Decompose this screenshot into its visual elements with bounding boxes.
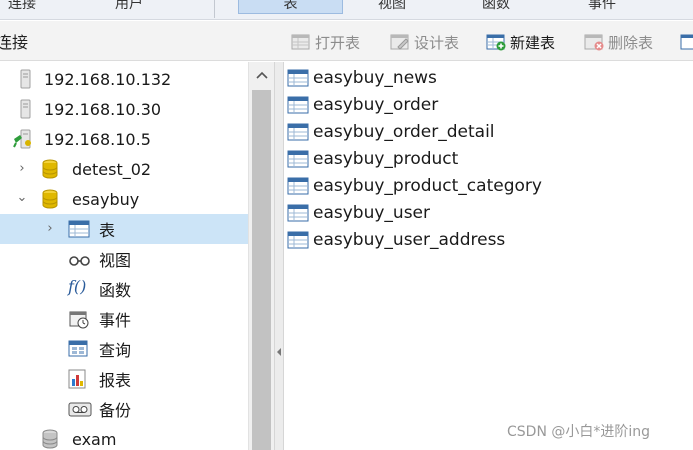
design-table-icon — [390, 33, 410, 51]
tree-item-database-open[interactable]: ⌄ esaybuy — [0, 184, 248, 214]
query-icon — [68, 339, 88, 359]
table-list-item[interactable]: easybuy_order — [287, 92, 438, 118]
function-icon: f() — [68, 277, 87, 296]
watermark: CSDN @小白*进阶ing — [507, 424, 651, 440]
table-icon — [287, 68, 309, 88]
table-list-item[interactable]: easybuy_product — [287, 146, 458, 172]
tree-item-reports[interactable]: 报表 — [0, 364, 248, 394]
toolbar-table-button[interactable]: 表 — [238, 0, 343, 14]
tree-item-label: 查询 — [99, 341, 132, 360]
glasses-icon — [68, 249, 90, 269]
tree-scrollbar[interactable] — [248, 62, 274, 450]
more-toolbar-button[interactable] — [680, 31, 693, 53]
table-name: easybuy_order_detail — [313, 122, 495, 142]
table-name: easybuy_user — [313, 203, 430, 223]
tree-item-label: 函数 — [99, 281, 132, 300]
chevron-down-icon[interactable]: ⌄ — [16, 191, 28, 204]
toolbar-event-button[interactable]: 事件 — [588, 0, 616, 14]
tree-item-tables[interactable]: › 表 — [0, 214, 248, 244]
scroll-up-arrow-icon[interactable] — [249, 62, 274, 88]
table-name: easybuy_product_category — [313, 176, 542, 196]
tree-item-connection[interactable]: 192.168.10.132 — [0, 64, 248, 94]
connection-label: 192.168.10.132 — [44, 69, 172, 89]
open-table-icon — [291, 33, 311, 51]
tree-item-queries[interactable]: 查询 — [0, 334, 248, 364]
design-table-label: 设计表 — [414, 33, 460, 52]
database-label: exam — [72, 429, 117, 449]
panel-splitter[interactable] — [274, 62, 284, 450]
tree-item-database[interactable]: › detest_02 — [0, 154, 248, 184]
backup-tape-icon — [68, 399, 92, 419]
table-list-item[interactable]: easybuy_order_detail — [287, 119, 495, 145]
delete-table-button[interactable]: 删除表 — [584, 31, 653, 53]
connected-server-icon — [12, 129, 32, 149]
tree-item-label: 事件 — [99, 311, 132, 330]
table-icon — [287, 176, 309, 196]
tree-item-backups[interactable]: 备份 — [0, 394, 248, 424]
report-chart-icon — [68, 369, 88, 389]
server-icon — [16, 69, 36, 89]
main-toolbar: 连接 用户 表 视图 函数 事件 — [0, 0, 693, 20]
tree-item-label: 报表 — [99, 371, 132, 390]
table-icon — [287, 95, 309, 115]
open-table-label: 打开表 — [315, 33, 361, 52]
tree-item-events[interactable]: 事件 — [0, 304, 248, 334]
table-list-item[interactable]: easybuy_user_address — [287, 227, 505, 253]
new-table-button[interactable]: 新建表 — [486, 31, 555, 53]
table-icon — [287, 230, 309, 250]
table-list-item[interactable]: easybuy_product_category — [287, 173, 542, 199]
connections-title: 连接 — [0, 33, 29, 52]
database-label: esaybuy — [72, 189, 140, 209]
connection-label: 192.168.10.5 — [44, 129, 151, 149]
connection-label: 192.168.10.30 — [44, 99, 162, 119]
toolbar-separator — [214, 0, 215, 18]
table-name: easybuy_user_address — [313, 230, 506, 250]
toolbar-function-button[interactable]: 函数 — [482, 0, 510, 14]
database-icon — [40, 159, 60, 179]
new-table-icon — [486, 33, 506, 51]
connections-panel-header: 连接 — [0, 21, 274, 61]
database-label: detest_02 — [72, 159, 152, 179]
table-icon — [68, 219, 90, 239]
table-icon — [680, 33, 693, 51]
table-list: easybuy_news easybuy_order easybuy_order_d… — [285, 62, 693, 450]
table-name: easybuy_order — [313, 95, 439, 115]
chevron-right-icon[interactable]: › — [16, 162, 28, 175]
database-icon — [40, 429, 60, 449]
toolbar-view-button[interactable]: 视图 — [378, 0, 406, 14]
open-table-button[interactable]: 打开表 — [291, 31, 360, 53]
chevron-right-icon[interactable]: › — [44, 222, 56, 235]
navigation-tree: 192.168.10.132 192.168.10.30 192.168.10.… — [0, 62, 248, 450]
table-list-item[interactable]: easybuy_user — [287, 200, 430, 226]
tree-item-views[interactable]: 视图 — [0, 244, 248, 274]
table-name: easybuy_product — [313, 149, 459, 169]
tree-item-label: 表 — [99, 221, 116, 240]
server-icon — [16, 99, 36, 119]
scrollbar-thumb[interactable] — [252, 90, 271, 450]
toolbar-connection-button[interactable]: 连接 — [8, 0, 36, 14]
event-calendar-icon — [68, 309, 89, 329]
table-icon — [287, 122, 309, 142]
tree-item-connection-open[interactable]: 192.168.10.5 — [0, 124, 248, 154]
table-name: easybuy_news — [313, 68, 437, 88]
table-list-item[interactable]: easybuy_news — [287, 65, 437, 91]
toolbar-user-button[interactable]: 用户 — [115, 0, 143, 14]
tree-item-connection[interactable]: 192.168.10.30 — [0, 94, 248, 124]
tree-item-database[interactable]: exam — [0, 424, 248, 450]
tree-item-label: 视图 — [99, 251, 132, 270]
design-table-button[interactable]: 设计表 — [390, 31, 459, 53]
delete-table-icon — [584, 33, 604, 51]
collapse-arrow-icon[interactable] — [277, 348, 281, 356]
tree-item-label: 备份 — [99, 401, 132, 420]
tree-item-functions[interactable]: f() 函数 — [0, 274, 248, 304]
delete-table-label: 删除表 — [608, 33, 654, 52]
table-icon — [287, 203, 309, 223]
table-icon — [287, 149, 309, 169]
object-toolbar: 打开表 设计表 新建表 删除表 — [274, 21, 693, 61]
database-icon — [40, 189, 60, 209]
new-table-label: 新建表 — [510, 33, 556, 52]
